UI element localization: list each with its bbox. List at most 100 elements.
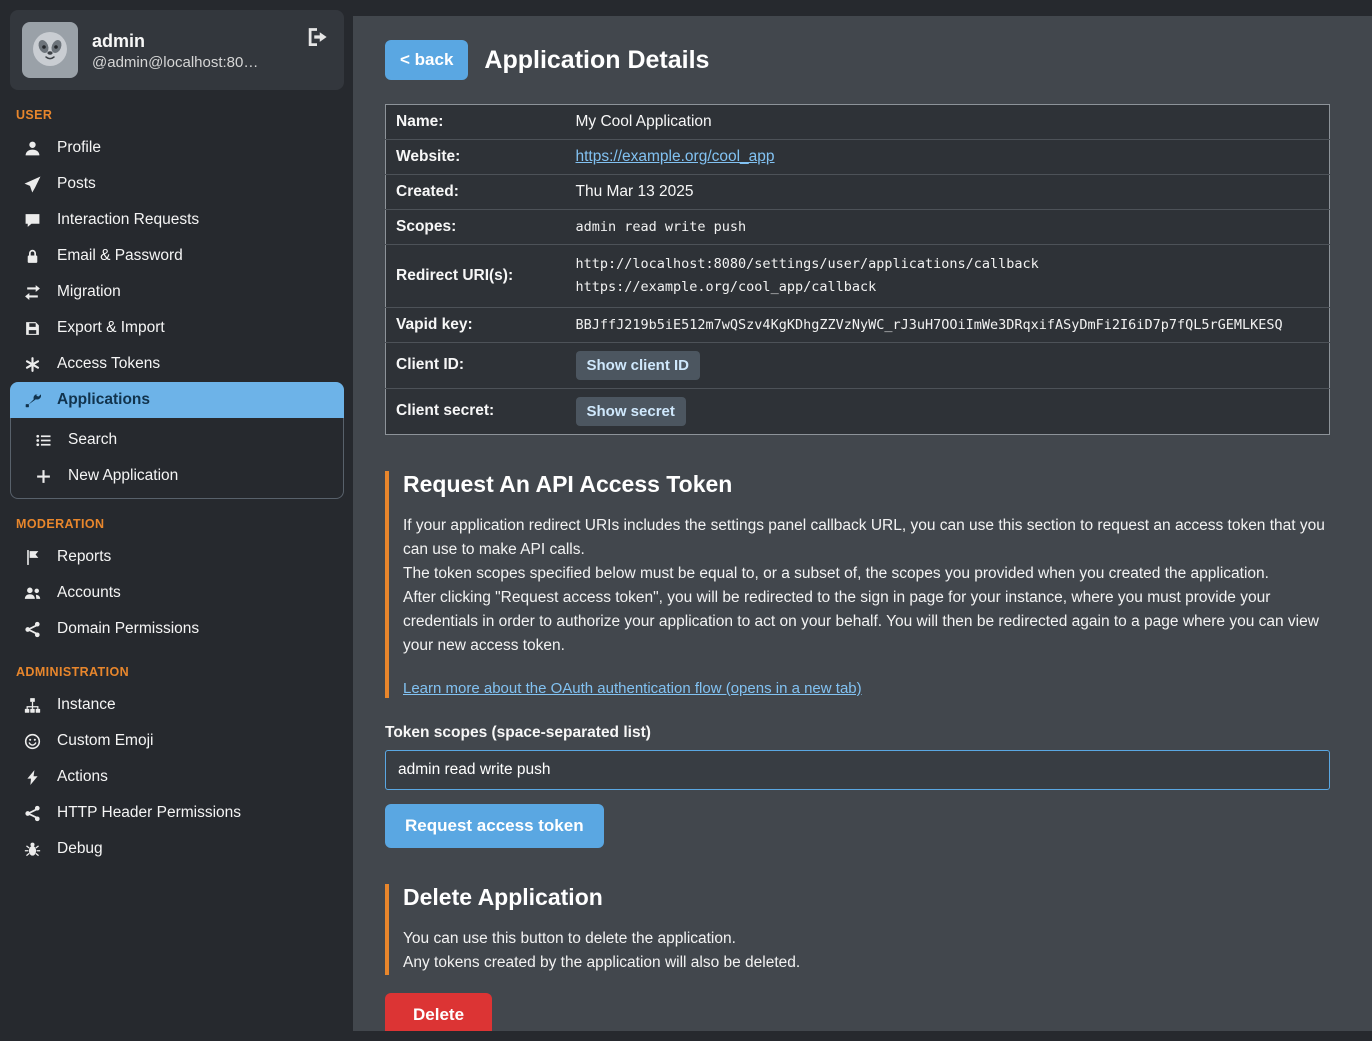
user-icon bbox=[22, 140, 42, 157]
section-paragraph: The token scopes specified below must be… bbox=[403, 562, 1330, 586]
user-handle: @admin@localhost:80… bbox=[92, 54, 258, 71]
user-meta: admin @admin@localhost:80… bbox=[92, 29, 258, 71]
username: admin bbox=[92, 29, 258, 54]
sidebar-item-http-header-permissions[interactable]: HTTP Header Permissions bbox=[10, 795, 344, 831]
oauth-learn-more-link[interactable]: Learn more about the OAuth authenticatio… bbox=[403, 680, 862, 697]
tools-icon bbox=[22, 392, 42, 409]
show-secret-button[interactable]: Show secret bbox=[576, 397, 686, 426]
table-row: Name: My Cool Application bbox=[386, 105, 1330, 140]
website-link[interactable]: https://example.org/cool_app bbox=[576, 148, 775, 165]
sidebar-item-migration[interactable]: Migration bbox=[10, 274, 344, 310]
row-value: My Cool Application bbox=[566, 105, 1330, 140]
sidebar-item-label: Export & Import bbox=[57, 319, 165, 337]
user-card[interactable]: admin @admin@localhost:80… bbox=[10, 10, 344, 90]
redirect-uri: http://localhost:8080/settings/user/appl… bbox=[576, 253, 1320, 276]
row-value: BBJffJ219b5iE512m7wQSzv4KgKDhgZZVzNyWC_r… bbox=[566, 307, 1330, 342]
sidebar-item-label: Migration bbox=[57, 283, 121, 301]
sidebar-item-actions[interactable]: Actions bbox=[10, 759, 344, 795]
sidebar-item-instance[interactable]: Instance bbox=[10, 687, 344, 723]
sidebar-item-label: Instance bbox=[57, 696, 116, 714]
request-token-section: Request An API Access Token If your appl… bbox=[385, 471, 1330, 698]
users-icon bbox=[22, 585, 42, 602]
sidebar-item-label: Custom Emoji bbox=[57, 732, 153, 750]
sidebar-item-search[interactable]: Search bbox=[11, 422, 343, 458]
sidebar-item-reports[interactable]: Reports bbox=[10, 539, 344, 575]
row-value: Thu Mar 13 2025 bbox=[566, 175, 1330, 210]
sidebar-item-interaction-requests[interactable]: Interaction Requests bbox=[10, 202, 344, 238]
lock-icon bbox=[22, 248, 42, 265]
sidebar-item-access-tokens[interactable]: Access Tokens bbox=[10, 346, 344, 382]
row-label: Client secret: bbox=[386, 388, 566, 434]
floppy-disk-icon bbox=[22, 320, 42, 337]
sidebar-item-custom-emoji[interactable]: Custom Emoji bbox=[10, 723, 344, 759]
table-row: Scopes: admin read write push bbox=[386, 210, 1330, 245]
share-icon bbox=[22, 805, 42, 822]
sidebar-item-label: Applications bbox=[57, 391, 150, 409]
application-details-table: Name: My Cool Application Website: https… bbox=[385, 104, 1330, 435]
logout-icon[interactable] bbox=[306, 26, 328, 48]
sidebar-item-label: Reports bbox=[57, 548, 111, 566]
row-label: Created: bbox=[386, 175, 566, 210]
nav-section-moderation: MODERATION bbox=[16, 517, 338, 531]
bolt-icon bbox=[22, 769, 42, 786]
sidebar: admin @admin@localhost:80… USER Profile … bbox=[0, 0, 353, 1041]
exchange-arrows-icon bbox=[22, 284, 42, 301]
main-content: < back Application Details Name: My Cool… bbox=[353, 16, 1372, 1031]
sidebar-item-label: Actions bbox=[57, 768, 108, 786]
row-value: Show secret bbox=[566, 388, 1330, 434]
section-paragraph: Any tokens created by the application wi… bbox=[403, 951, 1330, 975]
table-row: Client ID: Show client ID bbox=[386, 342, 1330, 388]
sidebar-item-email-password[interactable]: Email & Password bbox=[10, 238, 344, 274]
row-value: Show client ID bbox=[566, 342, 1330, 388]
delete-button[interactable]: Delete bbox=[385, 993, 492, 1031]
sidebar-item-applications[interactable]: Applications bbox=[10, 382, 344, 418]
bug-icon bbox=[22, 841, 42, 858]
avatar bbox=[22, 22, 78, 78]
section-paragraph: You can use this button to delete the ap… bbox=[403, 927, 1330, 951]
request-access-token-button[interactable]: Request access token bbox=[385, 804, 604, 848]
sidebar-item-label: Posts bbox=[57, 175, 96, 193]
sidebar-item-label: Email & Password bbox=[57, 247, 183, 265]
table-row: Created: Thu Mar 13 2025 bbox=[386, 175, 1330, 210]
sidebar-item-label: Domain Permissions bbox=[57, 620, 199, 638]
sidebar-item-label: New Application bbox=[68, 467, 178, 485]
sidebar-item-label: Access Tokens bbox=[57, 355, 160, 373]
paper-plane-icon bbox=[22, 176, 42, 193]
sidebar-item-debug[interactable]: Debug bbox=[10, 831, 344, 867]
row-label: Vapid key: bbox=[386, 307, 566, 342]
back-button[interactable]: < back bbox=[385, 40, 468, 80]
sidebar-item-label: Interaction Requests bbox=[57, 211, 199, 229]
flag-icon bbox=[22, 549, 42, 566]
asterisk-icon bbox=[22, 356, 42, 373]
sidebar-item-domain-permissions[interactable]: Domain Permissions bbox=[10, 611, 344, 647]
row-value: admin read write push bbox=[566, 210, 1330, 245]
nav-section-administration: ADMINISTRATION bbox=[16, 665, 338, 679]
page-title: Application Details bbox=[484, 46, 709, 75]
row-label: Scopes: bbox=[386, 210, 566, 245]
table-row: Client secret: Show secret bbox=[386, 388, 1330, 434]
sidebar-item-posts[interactable]: Posts bbox=[10, 166, 344, 202]
section-title: Delete Application bbox=[403, 884, 1330, 911]
section-paragraph: If your application redirect URIs includ… bbox=[403, 514, 1330, 562]
sidebar-item-label: Debug bbox=[57, 840, 103, 858]
comment-icon bbox=[22, 212, 42, 229]
row-value: https://example.org/cool_app bbox=[566, 140, 1330, 175]
show-client-id-button[interactable]: Show client ID bbox=[576, 351, 701, 380]
list-icon bbox=[33, 432, 53, 449]
sidebar-item-export-import[interactable]: Export & Import bbox=[10, 310, 344, 346]
row-label: Name: bbox=[386, 105, 566, 140]
sidebar-item-label: Profile bbox=[57, 139, 101, 157]
token-scopes-input[interactable] bbox=[385, 750, 1330, 790]
sidebar-item-label: Search bbox=[68, 431, 117, 449]
smiley-icon bbox=[22, 733, 42, 750]
sidebar-item-new-application[interactable]: New Application bbox=[11, 458, 343, 494]
applications-submenu: Search New Application bbox=[10, 418, 344, 499]
delete-application-section: Delete Application You can use this butt… bbox=[385, 884, 1330, 975]
sidebar-item-profile[interactable]: Profile bbox=[10, 130, 344, 166]
row-label: Redirect URI(s): bbox=[386, 245, 566, 308]
sidebar-item-accounts[interactable]: Accounts bbox=[10, 575, 344, 611]
section-paragraph: After clicking "Request access token", y… bbox=[403, 586, 1330, 658]
row-label: Client ID: bbox=[386, 342, 566, 388]
table-row: Redirect URI(s): http://localhost:8080/s… bbox=[386, 245, 1330, 308]
table-row: Website: https://example.org/cool_app bbox=[386, 140, 1330, 175]
